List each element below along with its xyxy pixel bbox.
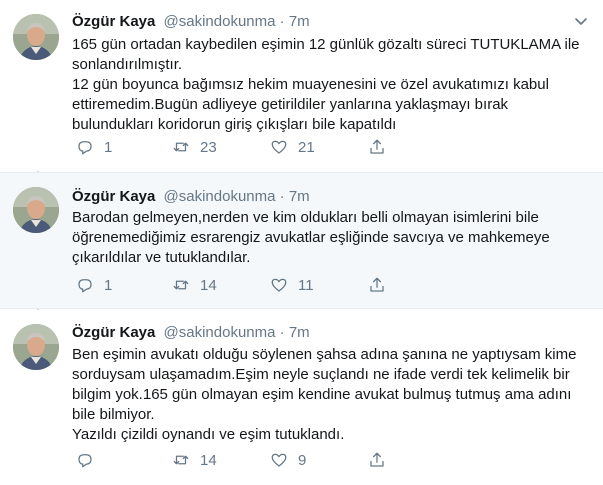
tweet-text-line: Yazıldı çizildi oynandı ve eşim tutuklan… [72, 426, 345, 443]
separator-dot: · [279, 324, 285, 341]
author-name[interactable]: Özgür Kaya [72, 324, 155, 341]
reply-button[interactable] [76, 450, 104, 470]
tweet-text: Barodan gelmeyen,nerden ve kim oldukları… [72, 208, 592, 268]
author-handle[interactable]: @sakindokunma [164, 324, 276, 341]
chevron-down-icon[interactable] [573, 13, 589, 29]
tweet-text-line: bulundukları koridorun giriş çıkışları b… [72, 116, 397, 133]
tweet-text-line: 165 gün ortadan kaybedilen eşimin 12 gün… [72, 36, 580, 53]
reply-count: 1 [104, 138, 113, 156]
avatar-photo [13, 187, 59, 233]
retweet-count: 23 [200, 138, 217, 156]
share-icon [370, 277, 384, 292]
tweet-actions: 1 14 11 [72, 275, 412, 295]
share-icon [370, 139, 384, 154]
tweet-text: 165 gün ortadan kaybedilen eşimin 12 gün… [72, 35, 592, 135]
separator-dot: · [279, 13, 285, 30]
author-handle[interactable]: @sakindokunma [164, 13, 276, 30]
retweet-icon [173, 455, 189, 465]
avatar[interactable] [13, 324, 59, 370]
avatar-photo [13, 14, 59, 60]
tweet-timestamp[interactable]: 7m [289, 324, 310, 341]
share-button[interactable] [368, 137, 386, 157]
tweet-timestamp[interactable]: 7m [289, 13, 310, 30]
tweet-text-line: Ben eşimin avukatı olduğu söylenen şahsa… [72, 346, 577, 363]
reply-icon [78, 279, 92, 293]
tweet[interactable]: Özgür Kaya @sakindokunma · 7m Ben eşimin… [0, 310, 603, 485]
reply-icon [78, 141, 92, 155]
reply-button[interactable]: 1 [76, 275, 112, 295]
like-count: 9 [298, 451, 307, 469]
tweet-text-line: öğrenemediğimiz esrarengiz avukatlar eşl… [72, 229, 550, 246]
author-name[interactable]: Özgür Kaya [72, 13, 155, 30]
heart-icon [271, 140, 287, 154]
tweet-header: Özgür Kaya @sakindokunma · 7m [72, 187, 310, 207]
tweet[interactable]: Özgür Kaya @sakindokunma · 7m Barodan ge… [0, 172, 603, 309]
retweet-icon [173, 142, 189, 152]
tweet-actions: 1 23 21 [72, 137, 412, 157]
retweet-button[interactable]: 14 [172, 450, 217, 470]
like-count: 21 [298, 138, 315, 156]
like-button[interactable]: 21 [270, 137, 315, 157]
heart-icon [271, 453, 287, 467]
retweet-icon [173, 280, 189, 290]
avatar[interactable] [13, 187, 59, 233]
reply-icon [78, 454, 92, 468]
tweet-text-line: sonlandırılmıştır. [72, 56, 183, 73]
share-button[interactable] [368, 275, 386, 295]
separator-dot: · [279, 188, 285, 205]
tweet-text-line: ettiremedim.Bugün adliyeye getirildiler … [72, 96, 509, 113]
retweet-button[interactable]: 23 [172, 137, 217, 157]
reply-count: 1 [104, 276, 113, 294]
tweet[interactable]: Özgür Kaya @sakindokunma · 7m 165 gün or… [0, 0, 603, 171]
tweet-text: Ben eşimin avukatı olduğu söylenen şahsa… [72, 345, 592, 445]
heart-icon [271, 278, 287, 292]
tweet-text-line: çıkarıldılar ve tutuklandılar. [72, 249, 251, 266]
retweet-count: 14 [200, 451, 217, 469]
like-button[interactable]: 11 [270, 275, 314, 295]
like-count: 11 [298, 276, 314, 294]
tweet-text-line: bile bilmiyor. [72, 406, 155, 423]
tweet-text-line: Barodan gelmeyen,nerden ve kim oldukları… [72, 209, 539, 226]
retweet-count: 14 [200, 276, 217, 294]
avatar[interactable] [13, 14, 59, 60]
tweet-timestamp[interactable]: 7m [289, 188, 310, 205]
avatar-photo [13, 324, 59, 370]
author-handle[interactable]: @sakindokunma [164, 188, 276, 205]
share-button[interactable] [368, 450, 386, 470]
tweet-header: Özgür Kaya @sakindokunma · 7m [72, 323, 310, 343]
tweet-text-line: bilgim yok.165 gün olmayan eşim kendine … [72, 386, 572, 403]
tweet-header: Özgür Kaya @sakindokunma · 7m [72, 12, 310, 32]
tweet-actions: 14 9 [72, 450, 412, 470]
share-icon [370, 452, 384, 467]
tweet-text-line: sorduysam ulaşamadım.Eşim neyle suçlandı… [72, 366, 570, 383]
like-button[interactable]: 9 [270, 450, 306, 470]
retweet-button[interactable]: 14 [172, 275, 217, 295]
tweet-thread: Özgür Kaya @sakindokunma · 7m 165 gün or… [0, 0, 603, 485]
reply-button[interactable]: 1 [76, 137, 112, 157]
author-name[interactable]: Özgür Kaya [72, 188, 155, 205]
tweet-text-line: 12 gün boyunca bağımsız hekim muayenesin… [72, 76, 549, 93]
